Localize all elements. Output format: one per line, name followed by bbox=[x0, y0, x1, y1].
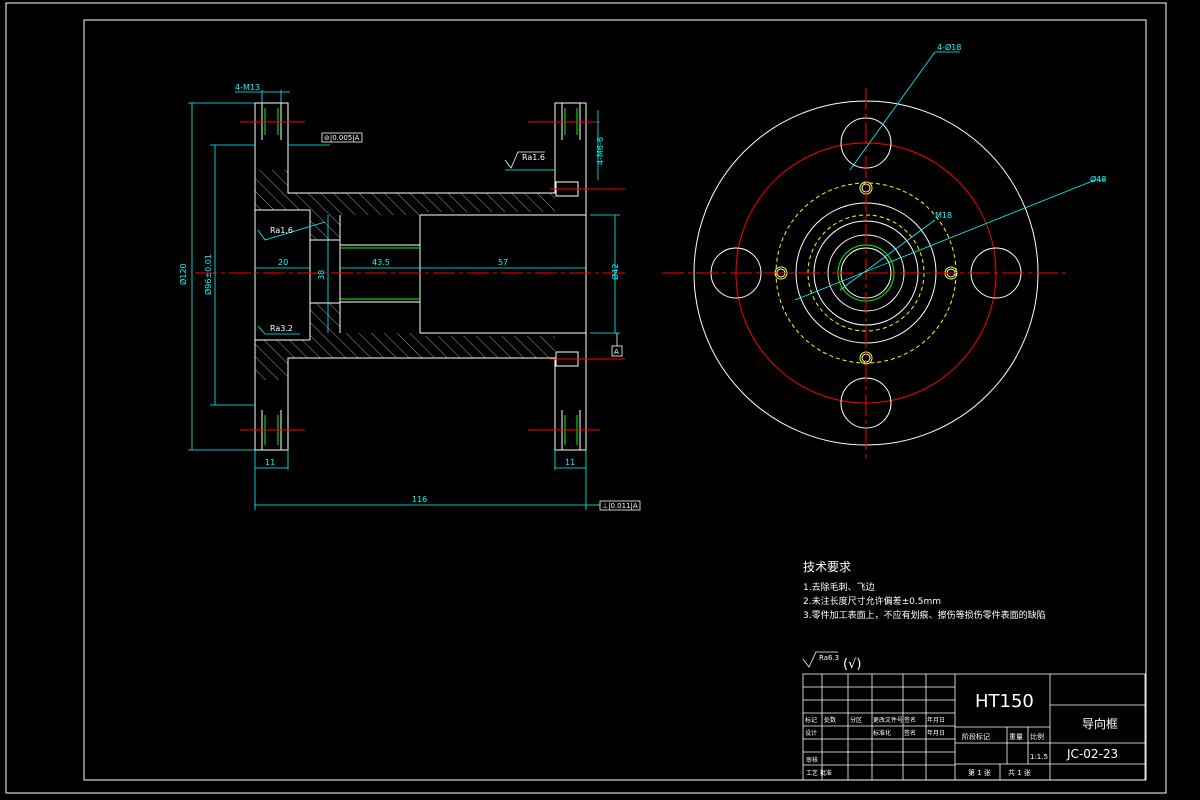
tb-row2-5: 签名 bbox=[904, 729, 916, 737]
dim-end-holes: 4-Ø18 bbox=[937, 42, 961, 52]
title-label-process: 工艺 批准 bbox=[806, 769, 832, 777]
dim-holes-top: 4-M13 bbox=[235, 83, 260, 92]
tolerance-frames bbox=[321, 132, 641, 511]
title-label-stage: 阶段标记 bbox=[962, 732, 990, 741]
section-dimensions: 4-M13 Ø120 Ø96±0.01 20 38 43.5 57 Ø42 4-… bbox=[178, 83, 620, 504]
tb-header-2: 处数 bbox=[824, 716, 836, 724]
dim-dia-outer: Ø120 bbox=[178, 263, 188, 285]
section-hatch-bottom bbox=[255, 303, 555, 380]
dim-dia-right: Ø42 bbox=[610, 264, 620, 280]
dim-holes-right: 4-M6-6 bbox=[596, 137, 605, 165]
tb-header-4: 更改文件号 bbox=[873, 716, 903, 724]
tb-header-5: 签名 bbox=[904, 716, 916, 724]
tb-row2-6: 年月日 bbox=[927, 729, 945, 737]
tech-title: 技术要求 bbox=[803, 560, 851, 574]
roughness-bottom: Ra3.2 bbox=[270, 324, 293, 333]
tech-item-2: 2.未注长度尺寸允许偏差±0.5mm bbox=[803, 595, 941, 607]
title-scale: 1:1.5 bbox=[1030, 753, 1048, 761]
tol-flatness: ⊘|0.005|A bbox=[324, 134, 360, 142]
dim-flange-right: 11 bbox=[565, 458, 575, 467]
tol-perpendicularity: ⊥|0.011|A bbox=[602, 502, 638, 510]
tech-requirements: 技术要求 1.去除毛刺、飞边 2.未注长度尺寸允许偏差±0.5mm 3.零件加工… bbox=[803, 560, 1046, 621]
title-sheet-total: 共 1 张 bbox=[1008, 768, 1031, 777]
tech-item-3: 3.零件加工表面上，不应有划痕、擦伤等损伤零件表面的缺陷 bbox=[803, 609, 1046, 621]
tb-header-3: 分区 bbox=[850, 716, 862, 724]
roughness-inner: Ra1.6 bbox=[270, 226, 293, 235]
dim-len-mid: 43.5 bbox=[372, 258, 390, 267]
title-label-weight: 重量 bbox=[1009, 733, 1023, 741]
dim-total-len: 116 bbox=[412, 495, 427, 504]
general-roughness-suffix: (√) bbox=[843, 657, 861, 672]
title-part-name: 导向框 bbox=[1082, 716, 1118, 731]
section-view: 4-M13 Ø120 Ø96±0.01 20 38 43.5 57 Ø42 4-… bbox=[178, 83, 641, 511]
tech-item-1: 1.去除毛刺、飞边 bbox=[803, 581, 875, 593]
title-sheet-of: 第 1 张 bbox=[968, 768, 991, 777]
title-material: HT150 bbox=[975, 691, 1034, 712]
drawing-canvas: 4-M13 Ø120 Ø96±0.01 20 38 43.5 57 Ø42 4-… bbox=[5, 2, 1167, 794]
title-label-scale: 比例 bbox=[1030, 732, 1044, 741]
general-roughness-symbol: Ra6.3 bbox=[819, 654, 839, 662]
inner-border bbox=[83, 19, 1147, 781]
end-view: 4-Ø18 Ø48 M18 bbox=[662, 42, 1106, 460]
datum-label: A bbox=[614, 348, 619, 356]
dim-end-dia-big: Ø48 bbox=[1090, 174, 1106, 184]
dim-dia-pcd: Ø96±0.01 bbox=[203, 254, 213, 295]
dim-flange-left: 11 bbox=[265, 458, 275, 467]
tb-header-6: 年月日 bbox=[927, 716, 945, 724]
dim-dia-bore: 38 bbox=[317, 270, 326, 280]
tb-header-1: 标记 bbox=[805, 716, 817, 724]
tb-row2-1: 设计 bbox=[805, 729, 817, 737]
dim-end-dia-small: M18 bbox=[935, 211, 952, 220]
general-roughness: Ra6.3 (√) bbox=[802, 651, 861, 672]
dim-len-counterbore: 20 bbox=[278, 258, 288, 267]
title-label-review: 审核 bbox=[806, 756, 818, 764]
title-drawing-no: JC-02-23 bbox=[1066, 747, 1118, 761]
tb-row2-4: 标准化 bbox=[873, 729, 891, 737]
roughness-top-right: Ra1.6 bbox=[522, 153, 545, 162]
dim-len-right: 57 bbox=[498, 258, 508, 267]
